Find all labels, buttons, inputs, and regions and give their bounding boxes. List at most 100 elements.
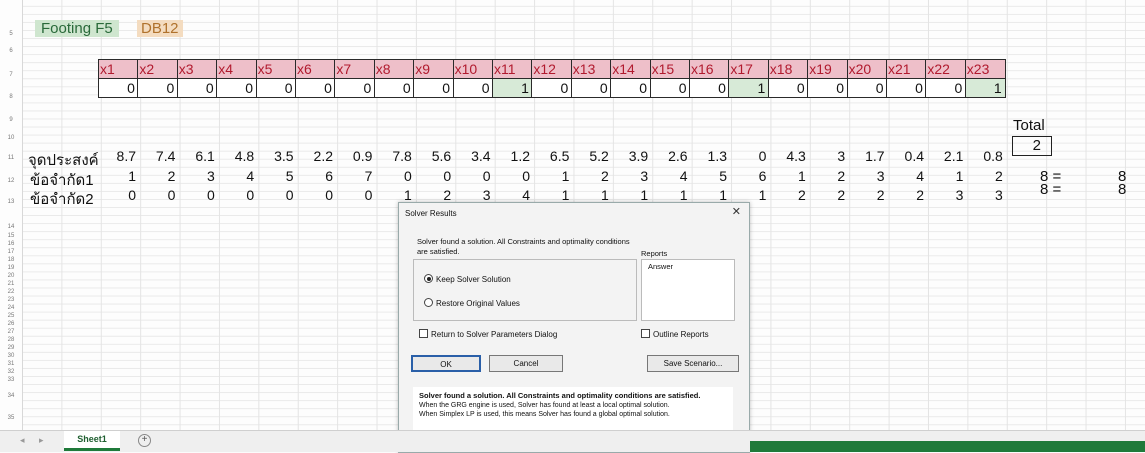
row-number[interactable]: 16 bbox=[2, 240, 20, 248]
objective-total-cell[interactable]: 2 bbox=[1012, 136, 1052, 156]
var-header-cell[interactable]: x10 bbox=[452, 59, 494, 79]
objective-cell[interactable]: 8.7 bbox=[96, 148, 136, 164]
objective-cell[interactable]: 2.2 bbox=[293, 148, 333, 164]
constraint1-cell[interactable]: 3 bbox=[845, 168, 885, 184]
constraint2-cell[interactable]: 3 bbox=[451, 187, 491, 203]
var-header-cell[interactable]: x15 bbox=[649, 59, 691, 79]
row-number[interactable]: 23 bbox=[2, 296, 20, 304]
return-to-parameters-checkbox[interactable]: Return to Solver Parameters Dialog bbox=[419, 329, 557, 339]
constraint1-cell[interactable]: 1 bbox=[96, 168, 136, 184]
close-icon[interactable]: ✕ bbox=[732, 205, 741, 218]
var-header-cell[interactable]: x14 bbox=[610, 59, 652, 79]
var-value-cell[interactable]: 0 bbox=[176, 78, 218, 98]
cancel-button[interactable]: Cancel bbox=[489, 355, 563, 372]
var-header-cell[interactable]: x8 bbox=[373, 59, 415, 79]
var-header-cell[interactable]: x22 bbox=[925, 59, 967, 79]
row-number[interactable]: 26 bbox=[2, 320, 20, 328]
row-number[interactable]: 6 bbox=[2, 47, 20, 55]
objective-cell[interactable]: 3.5 bbox=[254, 148, 293, 164]
var-header-cell[interactable]: x4 bbox=[216, 59, 258, 79]
var-value-cell[interactable]: 0 bbox=[886, 78, 927, 98]
var-value-cell[interactable]: 0 bbox=[137, 78, 179, 98]
constraint2-cell[interactable]: 1 bbox=[372, 187, 412, 203]
outline-reports-checkbox[interactable]: Outline Reports bbox=[641, 329, 709, 339]
constraint2-cell[interactable]: 1 bbox=[648, 187, 688, 203]
var-header-cell[interactable]: x23 bbox=[964, 59, 1006, 79]
constraint1-cell[interactable]: 7 bbox=[332, 168, 373, 184]
row-number[interactable]: 29 bbox=[2, 344, 20, 352]
objective-cell[interactable]: 2.6 bbox=[648, 148, 687, 164]
var-value-cell[interactable]: 0 bbox=[767, 78, 809, 98]
report-answer-item[interactable]: Answer bbox=[648, 262, 673, 271]
constraint2-cell[interactable]: 0 bbox=[135, 187, 176, 203]
var-value-cell[interactable]: 0 bbox=[413, 78, 455, 98]
row-number[interactable]: 25 bbox=[2, 312, 20, 320]
constraint1-cell[interactable]: 6 bbox=[726, 168, 767, 184]
objective-cell[interactable]: 0.4 bbox=[884, 148, 924, 164]
constraint1-cell[interactable]: 1 bbox=[529, 168, 570, 184]
var-header-cell[interactable]: x12 bbox=[531, 59, 573, 79]
constraint1-cell[interactable]: 5 bbox=[687, 168, 727, 184]
row-number[interactable]: 13 bbox=[2, 198, 20, 206]
row-number[interactable]: 35 bbox=[2, 414, 20, 422]
constraint1-cell[interactable]: 1 bbox=[923, 168, 964, 184]
constraint2-cell[interactable]: 2 bbox=[845, 187, 885, 203]
row-number[interactable]: 27 bbox=[2, 328, 20, 336]
constraint1-cell[interactable]: 6 bbox=[293, 168, 333, 184]
objective-cell[interactable]: 3.4 bbox=[451, 148, 490, 164]
objective-cell[interactable]: 7.4 bbox=[135, 148, 175, 164]
var-value-cell[interactable]: 0 bbox=[531, 78, 573, 98]
constraint2-cell[interactable]: 2 bbox=[766, 187, 806, 203]
constraint2-cell[interactable]: 0 bbox=[332, 187, 373, 203]
var-value-cell[interactable]: 0 bbox=[98, 78, 139, 98]
row-number[interactable]: 8 bbox=[2, 93, 20, 101]
row-number[interactable]: 18 bbox=[2, 256, 20, 264]
constraint2-cell[interactable]: 2 bbox=[411, 187, 451, 203]
var-value-cell[interactable]: 1 bbox=[964, 78, 1006, 98]
constraint2-cell[interactable]: 1 bbox=[608, 187, 648, 203]
var-value-cell[interactable]: 0 bbox=[846, 78, 888, 98]
var-value-cell[interactable]: 0 bbox=[216, 78, 258, 98]
sheet-tab-sheet1[interactable]: Sheet1 bbox=[64, 431, 120, 451]
row-number[interactable]: 33 bbox=[2, 376, 20, 384]
objective-cell[interactable]: 0.8 bbox=[963, 148, 1002, 164]
objective-cell[interactable]: 7.8 bbox=[372, 148, 411, 164]
constraint1-cell[interactable]: 0 bbox=[372, 168, 412, 184]
constraint1-cell[interactable]: 4 bbox=[648, 168, 688, 184]
row-number[interactable]: 28 bbox=[2, 336, 20, 344]
var-header-cell[interactable]: x6 bbox=[295, 59, 336, 79]
constraint1-cell[interactable]: 5 bbox=[254, 168, 294, 184]
var-value-cell[interactable]: 0 bbox=[649, 78, 691, 98]
var-value-cell[interactable]: 0 bbox=[334, 78, 376, 98]
objective-cell[interactable]: 0.9 bbox=[332, 148, 372, 164]
var-header-cell[interactable]: x16 bbox=[689, 59, 730, 79]
row-number[interactable]: 10 bbox=[2, 134, 20, 142]
constraint1-cell[interactable]: 0 bbox=[490, 168, 530, 184]
constraint2-cell[interactable]: 4 bbox=[490, 187, 530, 203]
row-number[interactable]: 14 bbox=[2, 223, 20, 231]
objective-cell[interactable]: 6.5 bbox=[529, 148, 569, 164]
row-number[interactable]: 22 bbox=[2, 288, 20, 296]
var-header-cell[interactable]: x7 bbox=[334, 59, 376, 79]
row-number[interactable]: 12 bbox=[2, 177, 20, 185]
constraint1-cell[interactable]: 0 bbox=[451, 168, 491, 184]
var-header-cell[interactable]: x17 bbox=[728, 59, 770, 79]
var-value-cell[interactable]: 0 bbox=[610, 78, 652, 98]
row-number[interactable]: 17 bbox=[2, 248, 20, 256]
objective-cell[interactable]: 5.6 bbox=[411, 148, 451, 164]
constraint1-cell[interactable]: 2 bbox=[963, 168, 1003, 184]
objective-cell[interactable]: 5.2 bbox=[569, 148, 608, 164]
constraint1-cell[interactable]: 0 bbox=[411, 168, 451, 184]
constraint2-cell[interactable]: 0 bbox=[293, 187, 333, 203]
objective-cell[interactable]: 4.3 bbox=[766, 148, 805, 164]
var-header-cell[interactable]: x5 bbox=[255, 59, 297, 79]
row-number[interactable]: 5 bbox=[2, 30, 20, 38]
objective-cell[interactable]: 3.9 bbox=[608, 148, 648, 164]
row-number[interactable]: 7 bbox=[2, 71, 20, 79]
constraint2-cell[interactable]: 0 bbox=[214, 187, 254, 203]
var-value-cell[interactable]: 0 bbox=[689, 78, 730, 98]
var-value-cell[interactable]: 0 bbox=[807, 78, 849, 98]
var-header-cell[interactable]: x20 bbox=[846, 59, 888, 79]
var-header-cell[interactable]: x11 bbox=[492, 59, 533, 79]
var-value-cell[interactable]: 0 bbox=[925, 78, 967, 98]
